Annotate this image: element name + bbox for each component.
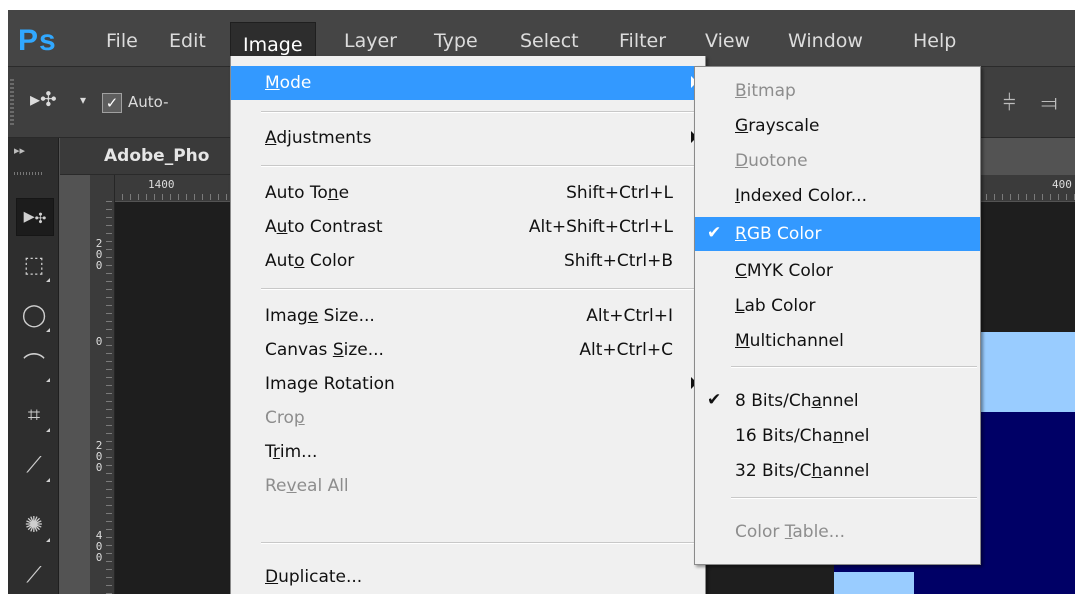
mode-color-table: Color Table... [735, 522, 845, 542]
mode-indexed-color[interactable]: Indexed Color... [695, 179, 980, 213]
mode-16-bits[interactable]: 16 Bits/Channel [695, 419, 980, 453]
mode-8-bits[interactable]: ✔ 8 Bits/Channel [695, 384, 980, 418]
move-tool-preset-icon[interactable]: ▸✣ [30, 87, 57, 111]
image-menu-dropdown: Mode Adjustments Auto Tone Shift+Ctrl+L A… [230, 56, 706, 594]
menu-item-auto-tone[interactable]: Auto Tone Shift+Ctrl+L [231, 176, 705, 210]
lasso-icon[interactable]: ◯ [16, 298, 52, 334]
menu-window[interactable]: Window [788, 30, 863, 52]
shortcut-label: Alt+Shift+Ctrl+L [528, 217, 673, 237]
menu-item-mode[interactable]: Mode [231, 66, 705, 100]
align-center-icon[interactable]: ⫩ [1003, 91, 1016, 116]
menu-item-image-rotation[interactable]: Image Rotation [231, 367, 705, 401]
menu-item-auto-color[interactable]: Auto Color Shift+Ctrl+B [231, 244, 705, 278]
quick-select-icon[interactable]: ⌒ [16, 348, 52, 384]
checkmark-icon: ✔ [707, 223, 722, 243]
shortcut-label: Shift+Ctrl+L [566, 183, 673, 203]
auto-select-label: Auto- [128, 93, 169, 111]
ruler-label: 2 0 0 [95, 237, 103, 272]
spot-healing-icon[interactable]: ✺ [16, 508, 52, 544]
menu-view[interactable]: View [705, 30, 750, 52]
menu-separator [261, 165, 703, 167]
mode-32-bits[interactable]: 32 Bits/Channel [695, 454, 980, 488]
chevron-down-icon[interactable]: ▾ [80, 93, 86, 107]
crop-icon[interactable]: ⌗ [16, 398, 52, 434]
menu-separator [261, 288, 703, 290]
checkmark-icon: ✔ [707, 390, 722, 410]
menu-separator [731, 366, 977, 368]
menu-file[interactable]: File [106, 30, 138, 52]
mode-lab-color[interactable]: Lab Color [695, 289, 980, 323]
panel-collapse-icon[interactable]: ▸▸ [14, 144, 25, 157]
menu-select[interactable]: Select [520, 30, 579, 52]
menu-item-image-size[interactable]: Image Size... Alt+Ctrl+I [231, 299, 705, 333]
shortcut-label: Alt+Ctrl+I [586, 306, 673, 326]
eyedropper-icon[interactable]: ⟋ [16, 448, 52, 484]
menu-type[interactable]: Type [434, 30, 478, 52]
mode-duotone: Duotone [735, 151, 808, 171]
menu-item-adjustments[interactable]: Adjustments [231, 121, 705, 155]
menu-item-trim[interactable]: Trim... [231, 435, 705, 469]
options-bar-grip[interactable] [10, 79, 14, 125]
shortcut-label: Alt+Ctrl+C [579, 340, 673, 360]
app-logo: Ps [18, 24, 57, 57]
canvas-color-block [834, 572, 914, 594]
menu-separator [261, 111, 703, 113]
ruler-ticks [106, 201, 112, 594]
move-tool-icon[interactable]: ▸✣ [16, 198, 54, 236]
panel-grip[interactable] [14, 172, 44, 175]
menu-separator [261, 542, 703, 544]
ruler-label: 1400 [148, 178, 175, 191]
brush-icon[interactable]: ⟋ [16, 558, 52, 594]
photoshop-window: Ps File Edit Image Layer Type Select Fil… [8, 10, 1075, 594]
menu-item-duplicate[interactable]: Duplicate... [231, 560, 705, 594]
menu-filter[interactable]: Filter [619, 30, 666, 52]
menu-item-crop: Crop [265, 408, 305, 428]
ruler-origin[interactable] [90, 175, 115, 202]
rect-marquee-icon[interactable]: ⬚ [16, 248, 52, 284]
menu-edit[interactable]: Edit [169, 30, 206, 52]
menu-item-canvas-size[interactable]: Canvas Size... Alt+Ctrl+C [231, 333, 705, 367]
menu-separator [731, 497, 977, 499]
ruler-label: 400 [1052, 178, 1072, 191]
mode-grayscale[interactable]: Grayscale [695, 109, 980, 143]
menu-item-reveal-all: Reveal All [265, 476, 349, 496]
menu-help[interactable]: Help [913, 30, 956, 52]
mode-bitmap: Bitmap [735, 81, 796, 101]
tools-panel: ▸▸ ▸✣ ⬚ ◯ ⌒ ⌗ ⟋ ✺ ⟋ [8, 138, 59, 594]
ruler-label: 4 0 0 [95, 529, 103, 564]
mode-rgb-color[interactable]: ✔ RGB Color [695, 217, 980, 251]
menu-item-auto-contrast[interactable]: Auto Contrast Alt+Shift+Ctrl+L [231, 210, 705, 244]
document-title: Adobe_Pho [104, 146, 210, 166]
menu-layer[interactable]: Layer [344, 30, 397, 52]
auto-select-checkbox[interactable]: ✓ [102, 93, 122, 113]
ruler-label: 0 [95, 335, 103, 348]
mode-cmyk-color[interactable]: CMYK Color [695, 254, 980, 288]
mode-multichannel[interactable]: Multichannel [695, 324, 980, 358]
align-right-icon[interactable]: ⫤ [1041, 91, 1058, 116]
shortcut-label: Shift+Ctrl+B [563, 251, 673, 271]
mode-submenu: Bitmap Grayscale Duotone Indexed Color..… [694, 66, 981, 565]
ruler-label: 2 0 0 [95, 439, 103, 474]
